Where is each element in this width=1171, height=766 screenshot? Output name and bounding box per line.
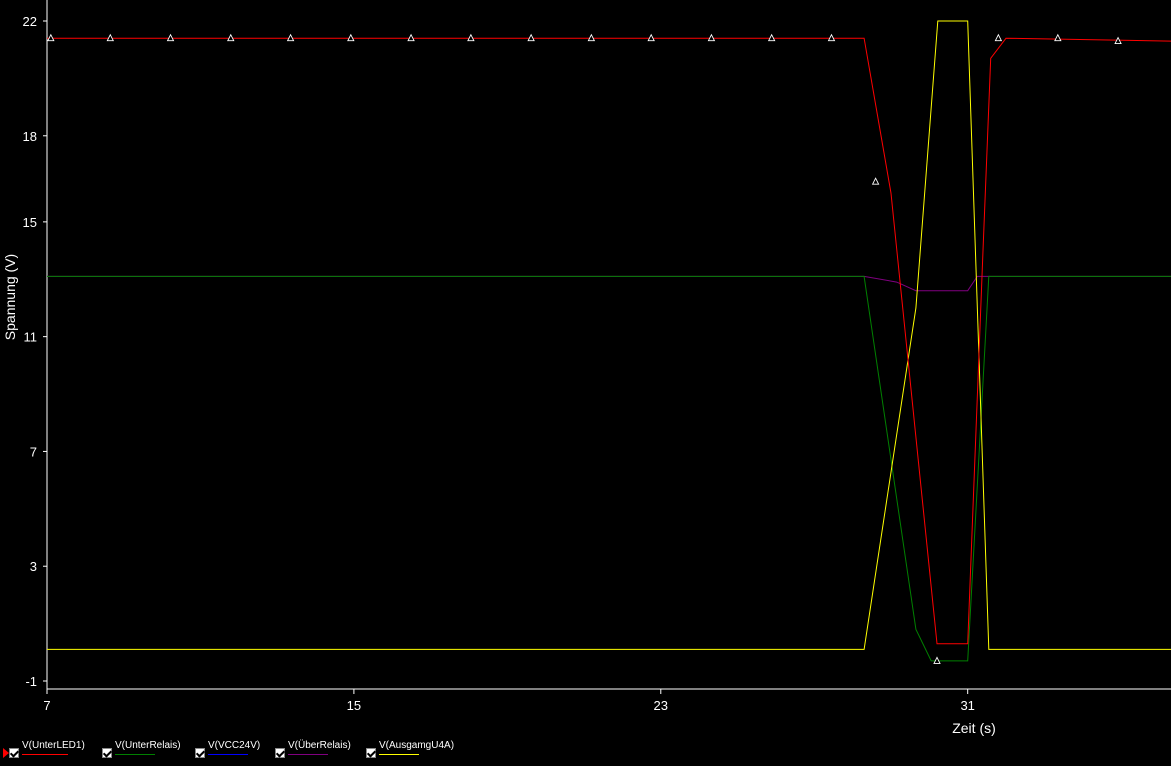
y-tick-label: 15	[23, 215, 37, 230]
y-tick-label: 11	[24, 330, 38, 345]
series-line-vberrelais	[47, 275, 1171, 292]
x-tick-label: 15	[347, 698, 361, 713]
series-line-vunterrelais	[47, 275, 1171, 662]
axes	[46, 0, 1171, 690]
legend-label-vcc24v: V(VCC24V)	[208, 740, 261, 751]
legend-swatch-vcc24v	[208, 754, 248, 755]
x-tick-labels: 7 15 23 31	[43, 689, 975, 713]
series-marker-triangle	[1054, 33, 1062, 42]
y-tick-label: 3	[30, 559, 37, 574]
y-tick-label: -1	[25, 674, 37, 689]
series-marker-triangle	[994, 33, 1003, 42]
x-tick-label: 7	[43, 698, 50, 713]
y-tick-labels: -1 3 7 11 15 18 22	[23, 14, 47, 689]
legend-label-ausgamgu4a: V(AusgamgU4A)	[379, 740, 455, 751]
legend-swatch-unterled1	[22, 754, 68, 755]
y-tick-label: 22	[23, 14, 37, 29]
x-axis-label: Zeit (s)	[952, 720, 996, 736]
legend-checkbox-vcc24v[interactable]	[195, 748, 205, 758]
legend-label-unterrelais: V(UnterRelais)	[115, 740, 181, 751]
legend-swatch-uberrelais	[288, 754, 328, 755]
chart-plot: -1 3 7 11 15 18 22 7 15 23 31 Spannung (V) Zeit (…	[2, 0, 1171, 736]
x-tick-label: 31	[960, 698, 974, 713]
legend-checkbox-unterled1[interactable]	[9, 748, 19, 758]
legend-checkbox-ausgamgu4a[interactable]	[366, 748, 376, 758]
series-layer	[47, 20, 1171, 662]
series-line-vunterled1	[47, 37, 1171, 645]
legend-checkbox-uberrelais[interactable]	[275, 748, 285, 758]
legend-swatch-unterrelais	[115, 754, 155, 755]
series-line-vausgamgu4a	[47, 20, 1171, 650]
series-marker-triangle	[871, 177, 880, 185]
y-tick-label: 18	[23, 129, 37, 144]
legend-checkbox-unterrelais[interactable]	[102, 748, 112, 758]
legend-label-unterled1: V(UnterLED1)	[22, 740, 85, 751]
legend: V(UnterLED1) V(UnterRelais) V(VCC24V) V(…	[0, 736, 1171, 766]
y-tick-label: 7	[30, 444, 37, 459]
legend-swatch-ausgamgu4a	[379, 754, 419, 755]
legend-label-uberrelais: V(ÜberRelais)	[288, 740, 351, 751]
x-tick-label: 23	[654, 698, 668, 713]
y-axis-label: Spannung (V)	[2, 254, 18, 340]
marker-layer	[47, 33, 1122, 664]
